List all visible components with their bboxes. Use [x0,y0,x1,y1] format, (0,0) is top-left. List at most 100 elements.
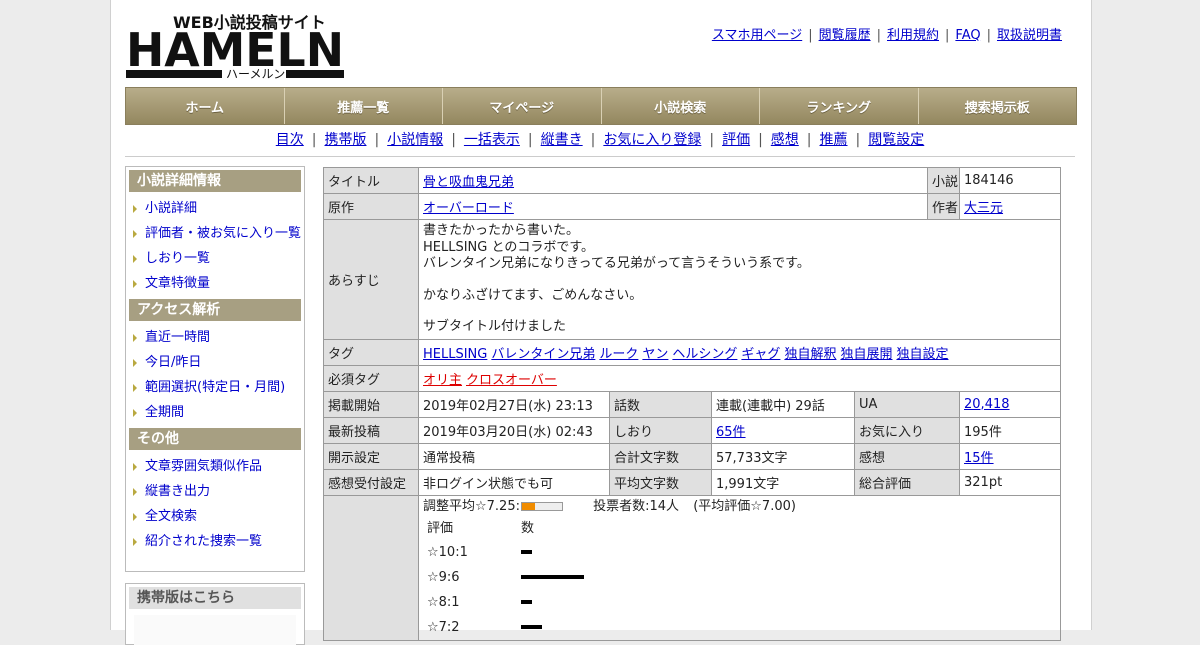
rating-row: ☆8:1 [423,590,1056,615]
total-eval: 321pt [959,468,1062,496]
label-episodes: 話数 [609,390,712,418]
sidebar-item-similar[interactable]: 文章雰囲気類似作品 [129,454,304,479]
column-header-count: 数 [521,521,535,536]
label-bookmarks: しおり [609,416,712,444]
bullet-icon [133,538,137,546]
latest-date: 2019年03月20日(水) 02:43 [418,416,610,444]
nav-recommend[interactable]: 推薦一覧 [284,88,443,124]
sidebar-item-features[interactable]: 文章特徴量 [129,271,304,296]
ua-link[interactable]: 20,418 [964,397,1010,412]
tag-link[interactable]: ギャグ [741,347,780,362]
label-avg-chars: 平均文字数 [609,468,712,496]
label-total-eval: 総合評価 [853,468,961,496]
label-start: 掲載開始 [323,390,419,418]
tag-link[interactable]: 独自解釈 [784,347,836,362]
column-header-rating: 評価 [427,521,454,536]
main-nav: ホーム 推薦一覧 マイページ 小説検索 ランキング 捜索掲示板 [125,87,1077,125]
rating-row: ☆9:6 [423,565,1056,590]
rating-row-bar [521,575,584,579]
subnav-settings[interactable]: 閲覧設定 [868,132,924,148]
divider [125,156,1075,157]
sidebar-item-details[interactable]: 小説詳細 [129,196,304,221]
sidebar-item-search-posts[interactable]: 紹介された捜索一覧 [129,529,304,554]
subnav-info[interactable]: 小説情報 [387,132,443,148]
avg-chars: 1,991文字 [711,468,855,496]
label-favorites: お気に入り [853,416,961,444]
nav-home[interactable]: ホーム [126,88,285,124]
rating-row: ☆10:1 [423,540,1056,565]
label-disclosure: 開示設定 [323,442,419,470]
link-terms[interactable]: 利用規約 [887,28,939,43]
novel-id: 184146 [959,167,1062,194]
rating-row-label: ☆8:1 [427,594,460,610]
site-logo[interactable]: WEB小説投稿サイト HAMELN ハーメルン [126,10,346,81]
subnav-mobile[interactable]: 携帯版 [324,132,366,148]
sidebar-item-raters[interactable]: 評価者・被お気に入り一覧 [129,221,304,246]
label-title: タイトル [323,167,419,194]
rating-row-bar [521,625,542,629]
required-tag-list: オリ主 クロスオーバー [417,364,1062,392]
bullet-icon [133,359,137,367]
sidebar-item-vertical-export[interactable]: 縦書き出力 [129,479,304,504]
tag-link[interactable]: HELLSING [423,347,487,362]
required-tag-link[interactable]: クロスオーバー [466,373,557,388]
bullet-icon [133,409,137,417]
subnav-all[interactable]: 一括表示 [464,132,520,148]
favorites: 195件 [959,416,1062,444]
link-faq[interactable]: FAQ [955,28,980,43]
sidebar-item-all-time[interactable]: 全期間 [129,400,304,425]
bullet-icon [133,230,137,238]
label-required-tags: 必須タグ [323,364,419,392]
rating-distribution: ☆10:1 ☆9:6 ☆8:1 ☆7:2 [423,540,1056,640]
tag-link[interactable]: 独自展開 [840,347,892,362]
sidebar-item-fulltext[interactable]: 全文検索 [129,504,304,529]
top-links: スマホ用ページ | 閲覧履歴 | 利用規約 | FAQ | 取扱説明書 [711,28,1062,43]
subnav-vertical[interactable]: 縦書き [541,132,583,148]
nav-ranking[interactable]: ランキング [760,88,919,124]
nav-board[interactable]: 捜索掲示板 [918,88,1076,124]
bullet-icon [133,488,137,496]
subnav-favorite[interactable]: お気に入り登録 [603,132,701,148]
subnav-toc[interactable]: 目次 [276,132,304,148]
required-tag-link[interactable]: オリ主 [423,373,462,388]
rating-row-bar [521,550,532,554]
mobile-version-heading: 携帯版はこちら [129,587,301,609]
rating-row-bar [521,600,532,604]
bullet-icon [133,255,137,263]
rating-section: 調整平均☆7.25: 投票者数:14人 (平均評価☆7.00) 評価 数 ☆10… [417,494,1062,641]
adjusted-average-label: 調整平均☆7.25: [423,498,520,514]
link-manual[interactable]: 取扱説明書 [997,28,1062,43]
link-smartphone[interactable]: スマホ用ページ [712,28,802,43]
tag-link[interactable]: ルーク [599,347,638,362]
total-chars: 57,733文字 [711,442,855,470]
link-history[interactable]: 閲覧履歴 [819,28,871,43]
author-link[interactable]: 大三元 [964,201,1003,216]
original-work-link[interactable]: オーバーロード [423,201,514,216]
bullet-icon [133,463,137,471]
bookmarks-link[interactable]: 65件 [716,425,746,440]
synopsis: 書きたかったから書いた。 HELLSING とのコラボです。 バレンタイン兄弟に… [417,219,1062,340]
tag-link[interactable]: ヘルシング [672,347,737,362]
mobile-version-box: 携帯版はこちら [125,583,305,645]
bullet-icon [133,205,137,213]
sidebar-item-last-hour[interactable]: 直近一時間 [129,325,304,350]
label-total-chars: 合計文字数 [609,442,712,470]
subnav-comments[interactable]: 感想 [771,132,799,148]
nav-mypage[interactable]: マイページ [443,88,602,124]
tag-link[interactable]: ヤン [642,347,668,362]
comment-accept: 非ログイン状態でも可 [418,468,610,496]
nav-search[interactable]: 小説検索 [601,88,760,124]
tag-link[interactable]: 独自設定 [896,347,948,362]
sub-nav: 目次 | 携帯版 | 小説情報 | 一括表示 | 縦書き | お気に入り登録 | 評価 | 感想 | 推薦 | 閲覧… [275,132,925,148]
tag-link[interactable]: バレンタイン兄弟 [491,347,595,362]
sidebar-item-today[interactable]: 今日/昨日 [129,350,304,375]
bullet-icon [133,384,137,392]
episodes: 連載(連載中) 29話 [711,390,855,418]
voter-count: 投票者数:14人 [593,498,680,514]
novel-title-link[interactable]: 骨と吸血鬼兄弟 [423,175,514,190]
comments-link[interactable]: 15件 [964,451,994,466]
subnav-rate[interactable]: 評価 [722,132,750,148]
subnav-recommend[interactable]: 推薦 [820,132,848,148]
sidebar-item-bookmarks[interactable]: しおり一覧 [129,246,304,271]
sidebar-item-range[interactable]: 範囲選択(特定日・月間) [129,375,304,400]
